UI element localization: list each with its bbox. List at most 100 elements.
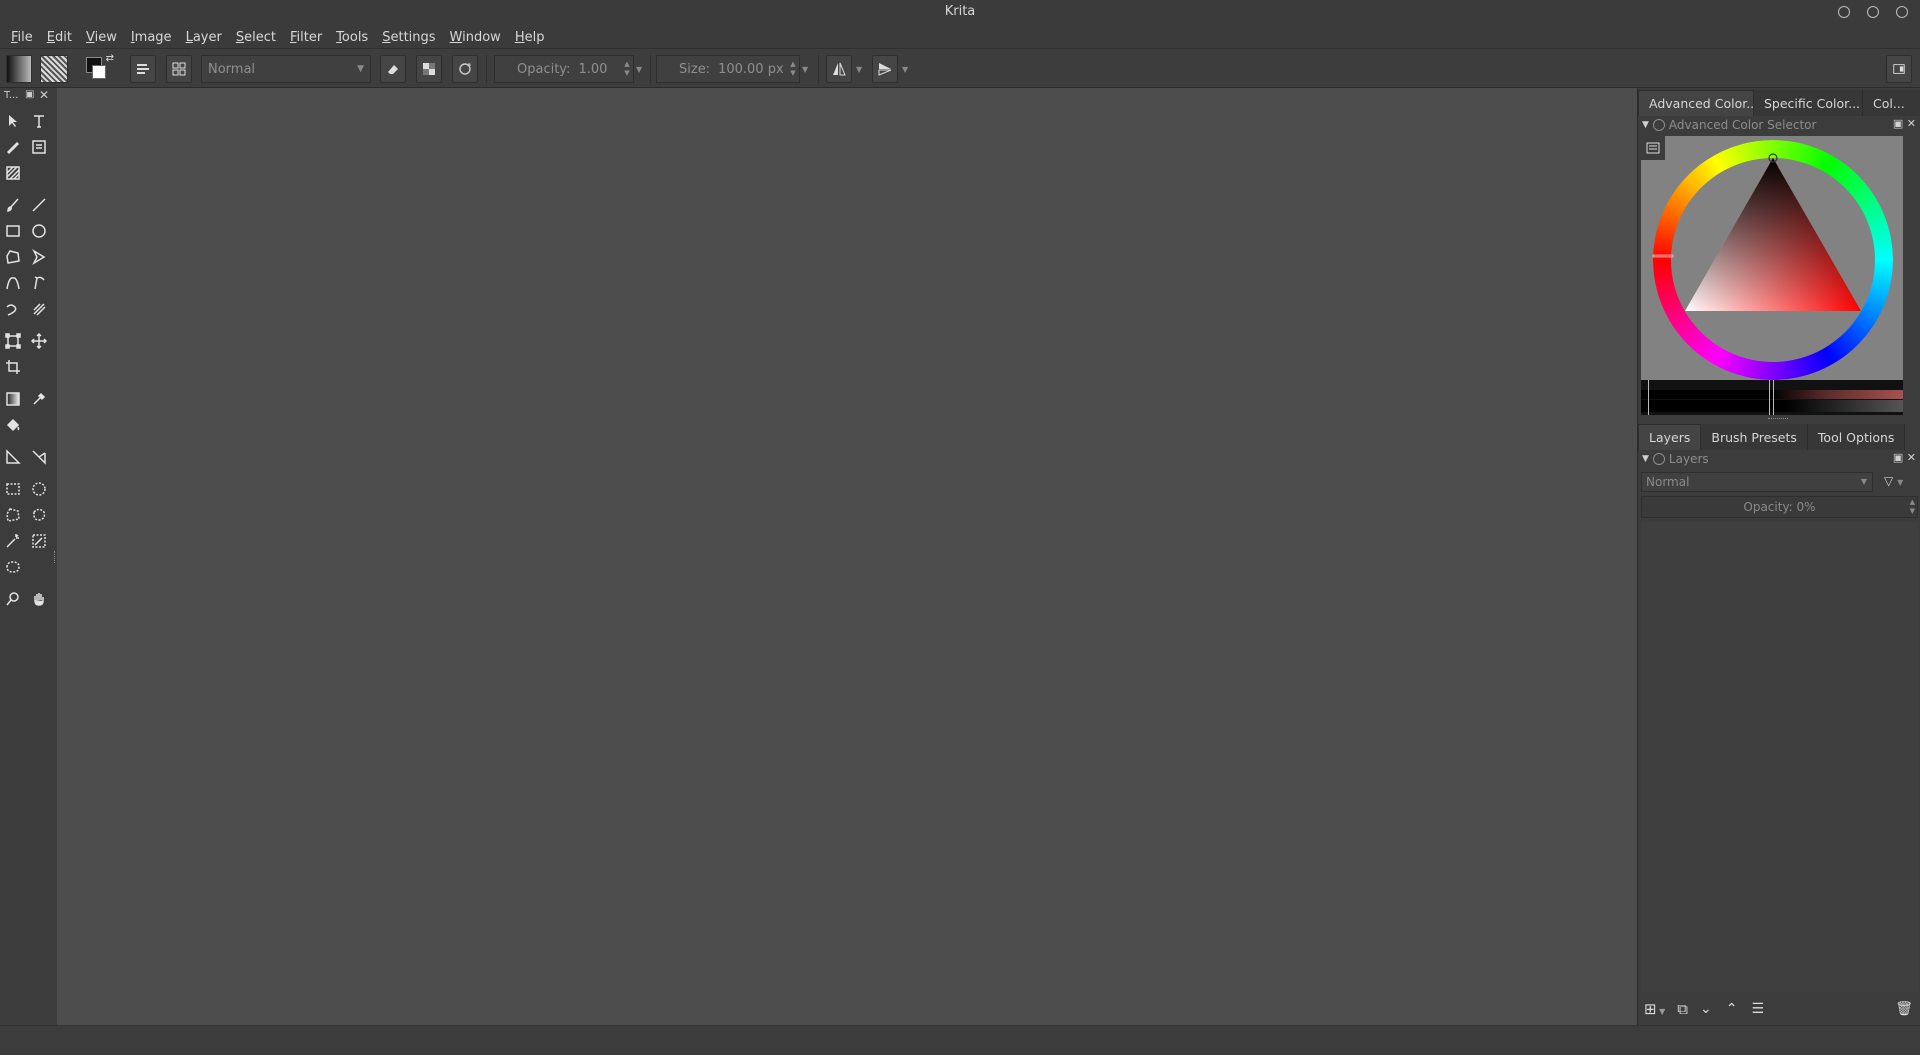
float-panel-icon[interactable]: ▣: [25, 89, 34, 100]
calligraphy-tool[interactable]: [28, 136, 50, 158]
gradient-preset-button[interactable]: [6, 55, 32, 83]
reload-preset-button[interactable]: [452, 55, 478, 83]
color-wheel[interactable]: [1649, 136, 1897, 384]
pattern-edit-tool[interactable]: [2, 162, 24, 184]
color-shade-strips[interactable]: [1641, 380, 1903, 415]
bezier-selection-tool[interactable]: [2, 556, 24, 578]
swap-colors-icon[interactable]: ⇄: [106, 53, 114, 64]
tab-brush-presets[interactable]: Brush Presets: [1701, 424, 1808, 450]
horizontal-mirror-menu-icon[interactable]: ▼: [856, 55, 864, 83]
move-layer-up-button[interactable]: ⌃: [1726, 1001, 1738, 1017]
tab-specific-color[interactable]: Specific Color...: [1754, 90, 1863, 116]
line-tool[interactable]: [28, 194, 50, 216]
add-layer-button[interactable]: ⊞ ▼: [1644, 1000, 1665, 1018]
menu-select[interactable]: Select: [229, 30, 283, 45]
freehand-select-icon: [33, 508, 46, 521]
transform-tool[interactable]: [2, 330, 24, 352]
tab-advanced-color[interactable]: Advanced Color...: [1638, 90, 1758, 116]
text-tool[interactable]: [28, 110, 50, 132]
layers-list[interactable]: [1641, 522, 1918, 992]
advanced-color-selector[interactable]: [1641, 136, 1903, 415]
canvas-area[interactable]: [54, 88, 1638, 1025]
layer-filter-button[interactable]: ▽ ▼: [1878, 472, 1920, 492]
multibrush-tool[interactable]: [28, 298, 50, 320]
pattern-preset-button[interactable]: [40, 55, 68, 83]
menu-view[interactable]: View: [79, 30, 124, 45]
size-menu-icon[interactable]: ▼: [802, 55, 810, 83]
freehand-selection-tool[interactable]: [28, 504, 50, 526]
vertical-mirror-menu-icon[interactable]: ▼: [902, 55, 910, 83]
docker-controls[interactable]: ▣ ✕: [1893, 451, 1916, 464]
polyline-tool[interactable]: [28, 246, 50, 268]
menu-layer[interactable]: Layer: [179, 30, 229, 45]
similar-color-selection-tool[interactable]: [28, 530, 50, 552]
tab-layers[interactable]: Layers: [1638, 424, 1702, 450]
gradient-tool[interactable]: [2, 388, 24, 410]
menu-help[interactable]: Help: [508, 30, 552, 45]
ellipse-tool[interactable]: [28, 220, 50, 242]
layer-properties-button[interactable]: ☰: [1751, 1001, 1764, 1017]
menu-settings[interactable]: Settings: [375, 30, 442, 45]
fill-tool[interactable]: [2, 414, 24, 436]
layer-opacity-spinner[interactable]: ▲ ▼: [1910, 498, 1915, 516]
layer-opacity-slider[interactable]: Opacity: 0% ▲ ▼: [1641, 496, 1918, 518]
size-slider[interactable]: Size: 100.00 px ▲ ▼: [656, 55, 800, 83]
menu-image[interactable]: Image: [124, 30, 179, 45]
docker-controls[interactable]: ▣ ✕: [1893, 117, 1916, 130]
color-sampler-tool[interactable]: [28, 388, 50, 410]
opacity-spinner[interactable]: ▲ ▼: [621, 56, 633, 82]
move-layer-down-button[interactable]: ⌄: [1700, 1001, 1712, 1017]
freehand-path-tool[interactable]: [28, 272, 50, 294]
docker-splitter[interactable]: [1768, 418, 1788, 419]
zoom-tool[interactable]: [2, 588, 24, 610]
multibrush-icon: [33, 303, 46, 316]
lock-docker-icon[interactable]: [1652, 453, 1665, 465]
vertical-mirror-button[interactable]: [872, 55, 898, 83]
size-spinner[interactable]: ▲ ▼: [787, 56, 799, 82]
blend-mode-select[interactable]: Normal ▼: [201, 55, 371, 83]
tab-color-more[interactable]: Col...: [1863, 90, 1920, 116]
maximize-button[interactable]: [1867, 6, 1879, 18]
close-panel-icon[interactable]: ✕: [39, 88, 49, 102]
bezier-curve-tool[interactable]: [2, 272, 24, 294]
lock-docker-icon[interactable]: [1652, 119, 1665, 131]
close-button[interactable]: [1896, 6, 1908, 18]
polygon-tool[interactable]: [2, 246, 24, 268]
delete-layer-button[interactable]: 🗑: [1895, 1001, 1913, 1017]
opacity-menu-icon[interactable]: ▼: [636, 55, 644, 83]
select-shapes-tool[interactable]: [2, 110, 24, 132]
menu-window[interactable]: Window: [443, 30, 508, 45]
measure-tool[interactable]: [2, 446, 24, 468]
rectangular-selection-tool[interactable]: [2, 478, 24, 500]
preserve-alpha-button[interactable]: [416, 55, 442, 83]
fg-bg-color-button[interactable]: ⇄: [84, 53, 114, 83]
brush-presets-button[interactable]: [166, 55, 192, 83]
rectangle-tool[interactable]: [2, 220, 24, 242]
duplicate-layer-button[interactable]: ⧉: [1677, 1000, 1688, 1018]
layer-blend-mode-select[interactable]: Normal ▼: [1641, 472, 1873, 492]
menu-file[interactable]: File: [4, 30, 40, 45]
edit-brush-settings-button[interactable]: [130, 55, 156, 83]
pan-tool[interactable]: [28, 588, 50, 610]
menu-filter[interactable]: Filter: [283, 30, 329, 45]
elliptical-selection-tool[interactable]: [28, 478, 50, 500]
move-tool[interactable]: [28, 330, 50, 352]
minimize-button[interactable]: [1838, 6, 1850, 18]
dynamic-brush-tool[interactable]: [2, 298, 24, 320]
tab-tool-options[interactable]: Tool Options: [1807, 424, 1906, 450]
menu-tools[interactable]: Tools: [329, 30, 375, 45]
edit-shapes-tool[interactable]: [2, 136, 24, 158]
assistant-tool[interactable]: [28, 446, 50, 468]
menu-edit[interactable]: Edit: [40, 30, 79, 45]
contiguous-selection-tool[interactable]: [2, 530, 24, 552]
freehand-brush-tool[interactable]: [2, 194, 24, 216]
crop-tool[interactable]: [2, 356, 24, 378]
toolbox-splitter-handle[interactable]: [54, 551, 57, 563]
eraser-mode-button[interactable]: [380, 55, 406, 83]
collapse-icon[interactable]: ▼: [1642, 454, 1649, 464]
horizontal-mirror-button[interactable]: [826, 55, 852, 83]
polygonal-selection-tool[interactable]: [2, 504, 24, 526]
opacity-slider[interactable]: Opacity: 1.00 ▲ ▼: [494, 55, 634, 83]
workspace-chooser-button[interactable]: [1886, 55, 1912, 83]
collapse-icon[interactable]: ▼: [1642, 120, 1649, 130]
